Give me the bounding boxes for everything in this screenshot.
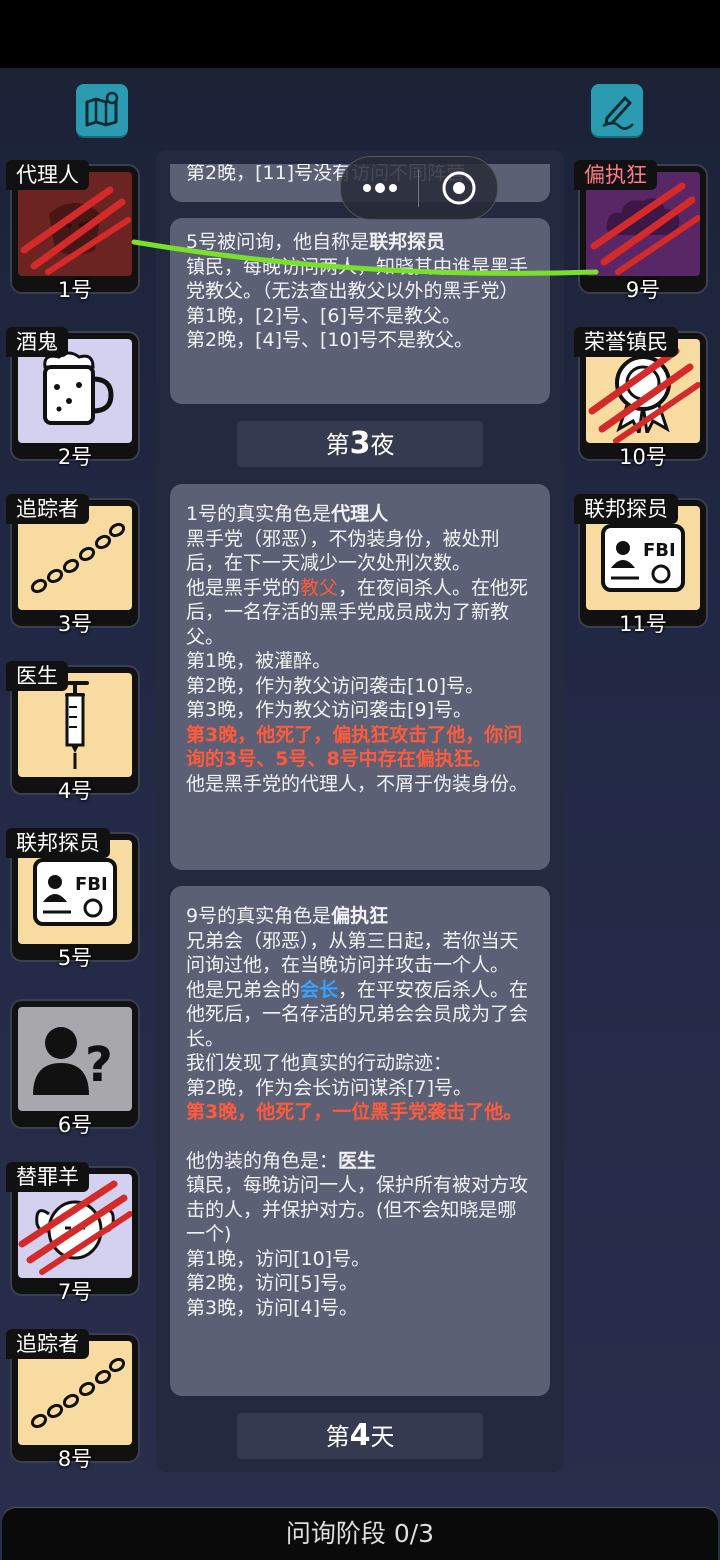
player-card-8[interactable]: 追踪者 8号: [6, 1329, 144, 1471]
close-target-icon[interactable]: [441, 170, 477, 206]
capsule-divider: [418, 169, 419, 207]
log-line: 第1晚，访问[10]号。: [186, 1247, 371, 1270]
player-card-6[interactable]: ? 6号: [6, 995, 144, 1137]
log-line: 第2晚，访问[5]号。: [186, 1272, 359, 1294]
log-line: 第2晚，作为教父访问袭击[10]号。: [186, 674, 485, 697]
role-label: 医生: [6, 661, 68, 691]
log-line: 他是兄弟会的会长，在平安夜后杀人。在他死后，一名存活的兄弟会会员成为了会长。: [186, 978, 529, 1050]
more-icon[interactable]: [361, 179, 399, 197]
player-number: 2号: [57, 445, 93, 469]
log-message: 1号的真实角色是代理人 黑手党（邪恶），不伪装身份，被处刑后，在下一天减少一次处…: [170, 484, 550, 870]
player-number: 3号: [57, 612, 93, 636]
role-label: 荣誉镇民: [574, 327, 678, 357]
log-line: 第1晚，[2]号、[6]号不是教父。: [186, 304, 461, 327]
player-card-10[interactable]: 荣誉镇民 10号: [574, 327, 712, 469]
svg-text:FBI: FBI: [643, 540, 676, 561]
svg-text:?: ?: [85, 1037, 113, 1093]
log-line: 兄弟会（邪恶），从第三日起，若你当天问询过他，在当晚访问并攻击一个人。: [186, 929, 519, 977]
log-line: 他是黑手党的代理人，不屑于伪装身份。: [186, 772, 529, 795]
log-line: 他伪装的角色是：医生: [186, 1149, 377, 1172]
log-line: 他是黑手党的教父，在夜间杀人。在他死后，一名存活的黑手党成员成为了新教父。: [186, 576, 529, 648]
role-label: 代理人: [6, 160, 89, 190]
role-label: 酒鬼: [6, 327, 68, 357]
player-number: 6号: [57, 1113, 93, 1137]
role-label: 联邦探员: [6, 828, 110, 858]
day-divider: 第4天: [237, 1413, 483, 1459]
player-number: 5号: [57, 946, 93, 970]
player-number: 11号: [619, 612, 667, 636]
player-card-5[interactable]: FBI 联邦探员 5号: [6, 828, 144, 970]
notes-button[interactable]: [591, 84, 643, 136]
player-number: 7号: [57, 1280, 93, 1304]
night-divider: 第3夜: [237, 421, 483, 467]
player-number: 9号: [625, 278, 661, 302]
log-line: 第3晚，访问[4]号。: [186, 1296, 359, 1319]
player-number: 10号: [619, 445, 667, 469]
role-label: 替罪羊: [6, 1162, 89, 1192]
log-line: 1号的真实角色是代理人: [186, 503, 389, 525]
map-icon: [85, 91, 119, 127]
status-bar: [0, 0, 720, 68]
log-line-highlight: 第3晚，他死了，一位黑手党袭击了他。: [186, 1101, 523, 1123]
role-label: 追踪者: [6, 1329, 89, 1359]
player-card-3[interactable]: 追踪者 3号: [6, 494, 144, 636]
log-message: 9号的真实角色是偏执狂 兄弟会（邪恶），从第三日起，若你当天问询过他，在当晚访问…: [170, 886, 550, 1396]
svg-text:FBI: FBI: [75, 874, 108, 895]
log-line: 第2晚，[4]号、[10]号不是教父。: [186, 329, 474, 351]
log-line: 5号被问询，他自称是联邦探员: [186, 231, 446, 253]
player-number: 8号: [57, 1447, 93, 1471]
log-line-highlight: 第3晚，他死了，偏执狂攻击了他，你问询的3号、5号、8号中存在偏执狂。: [186, 723, 523, 771]
phase-label: 问询阶段 0/3: [285, 1519, 435, 1548]
log-message: 5号被问询，他自称是联邦探员 镇民，每晚访问两人，知晓其中谁是黑手党教父。（无法…: [170, 218, 550, 404]
player-card-1[interactable]: 代理人 1号: [6, 160, 144, 302]
log-line: 镇民，每晚访问一人，保护所有被对方攻击的人，并保护对方。(但不会知晓是哪一个): [186, 1174, 529, 1245]
log-line: 第2晚，作为会长访问谋杀[7]号。: [186, 1076, 473, 1099]
player-card-11[interactable]: FBI 联邦探员 11号: [574, 494, 712, 636]
log-line: 第1晚，被灌醉。: [186, 650, 332, 672]
player-card-2[interactable]: 酒鬼 2号: [6, 327, 144, 469]
log-line: 镇民，每晚访问两人，知晓其中谁是黑手党教父。（无法查出教父以外的黑手党）: [186, 255, 529, 303]
log-line: 9号的真实角色是偏执狂: [186, 905, 389, 927]
player-number: 1号: [57, 278, 93, 302]
player-card-9[interactable]: 偏执狂 9号: [574, 160, 712, 302]
miniprogram-capsule[interactable]: [340, 156, 498, 220]
role-label: 追踪者: [6, 494, 89, 524]
player-number: 4号: [57, 779, 93, 803]
player-card-7[interactable]: 替罪羊 7号: [6, 1162, 144, 1304]
role-label: 联邦探员: [574, 494, 678, 524]
unknown-person-icon: ?: [18, 1007, 132, 1111]
map-button[interactable]: [76, 84, 128, 136]
log-line: 黑手党（邪恶），不伪装身份，被处刑后，在下一天减少一次处刑次数。: [186, 527, 500, 575]
role-label: 偏执狂: [574, 160, 657, 190]
log-line: 我们发现了他真实的行动踪迹：: [186, 1052, 453, 1074]
player-card-4[interactable]: 医生 4号: [6, 661, 144, 803]
notes-icon: [602, 96, 634, 130]
log-line: 第3晚，作为教父访问袭击[9]号。: [186, 699, 473, 721]
phase-status-bar: 问询阶段 0/3: [2, 1508, 718, 1560]
